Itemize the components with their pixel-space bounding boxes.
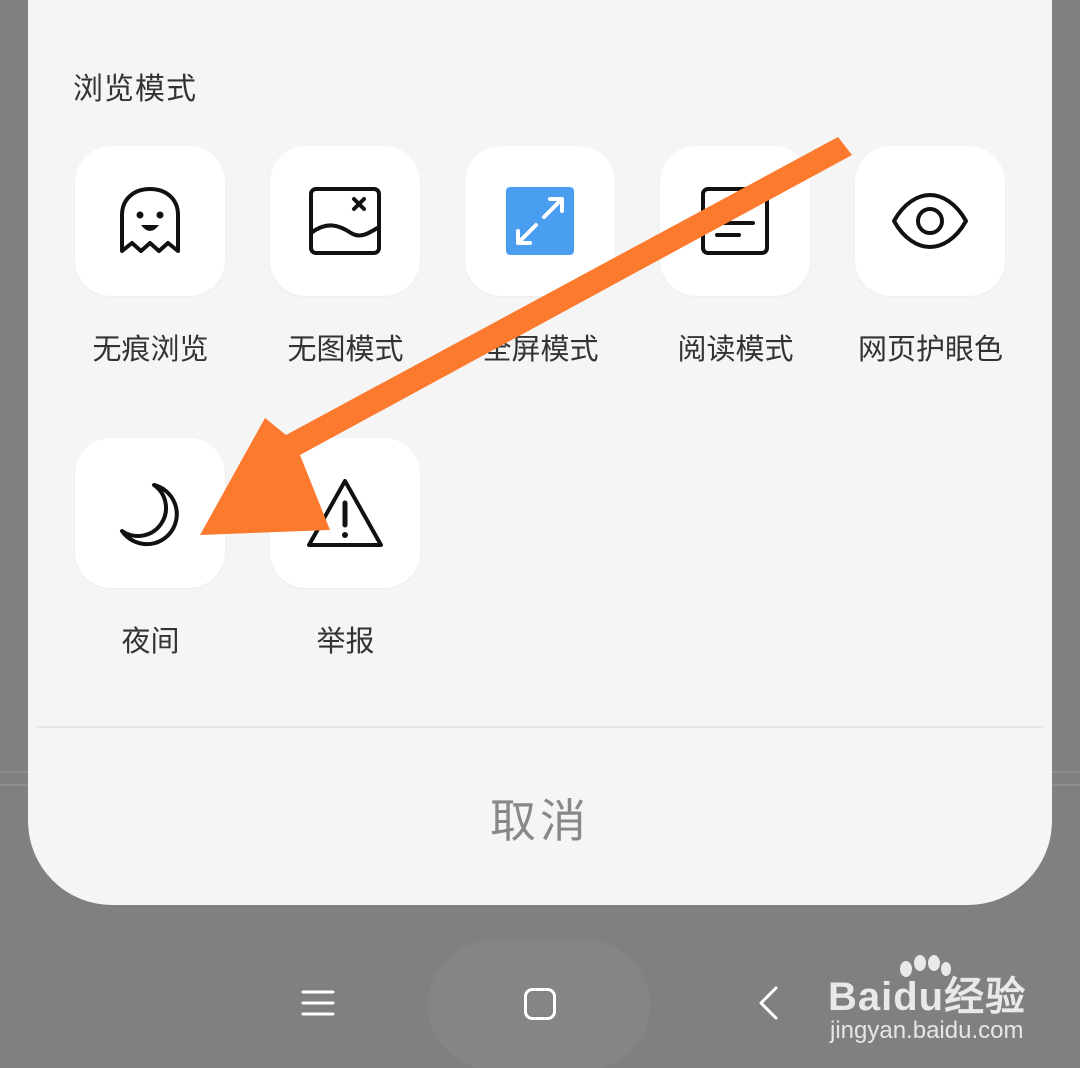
screen: 浏览模式 无痕浏览 无图模式 全屏模式 阅读模式 网页护眼色 夜间 举报 取消 … [0, 0, 1080, 1068]
no-image-icon [309, 187, 381, 255]
cancel-button[interactable]: 取消 [28, 730, 1052, 905]
tile-eye-protection[interactable]: 网页护眼色 [855, 146, 1050, 396]
eye-icon [892, 193, 968, 249]
warning-icon [307, 479, 383, 547]
section-title: 浏览模式 [73, 72, 197, 107]
fullscreen-icon [506, 187, 574, 255]
home-icon[interactable] [511, 975, 569, 1033]
tile-report[interactable]: 举报 [270, 438, 465, 688]
tile-icon-box [855, 146, 1005, 296]
tile-reading[interactable]: 阅读模式 [660, 146, 855, 396]
tile-no-image[interactable]: 无图模式 [270, 146, 465, 396]
tile-label: 无图模式 [287, 332, 404, 366]
tile-label: 阅读模式 [677, 332, 794, 366]
tile-incognito[interactable]: 无痕浏览 [75, 146, 270, 396]
tile-icon-box [270, 438, 420, 588]
tile-label: 无痕浏览 [92, 332, 209, 366]
tile-label: 网页护眼色 [857, 332, 1003, 366]
tile-fullscreen[interactable]: 全屏模式 [465, 146, 660, 396]
tile-label: 夜间 [121, 624, 180, 658]
tile-icon-box [465, 146, 615, 296]
ghost-icon [120, 187, 180, 253]
tile-icon-box [75, 146, 225, 296]
watermark-url: jingyan.baidu.com [830, 1017, 1024, 1044]
tile-label: 全屏模式 [482, 332, 599, 366]
moon-icon [120, 483, 179, 547]
reading-icon [701, 187, 769, 255]
baidu-watermark: Baidu经验 jingyan.baidu.com [828, 955, 1058, 1055]
tile-icon-box [270, 146, 420, 296]
tile-label: 举报 [316, 624, 375, 658]
tile-icon-box [75, 438, 225, 588]
menu-icon[interactable] [290, 975, 346, 1031]
watermark-logo-text: Baidu经验 [828, 975, 1027, 1019]
browse-mode-sheet: 浏览模式 无痕浏览 无图模式 全屏模式 阅读模式 网页护眼色 夜间 举报 取消 [28, 0, 1052, 905]
back-icon[interactable] [740, 975, 796, 1031]
sheet-divider [36, 726, 1044, 728]
tile-icon-box [660, 146, 810, 296]
tile-night[interactable]: 夜间 [75, 438, 270, 688]
